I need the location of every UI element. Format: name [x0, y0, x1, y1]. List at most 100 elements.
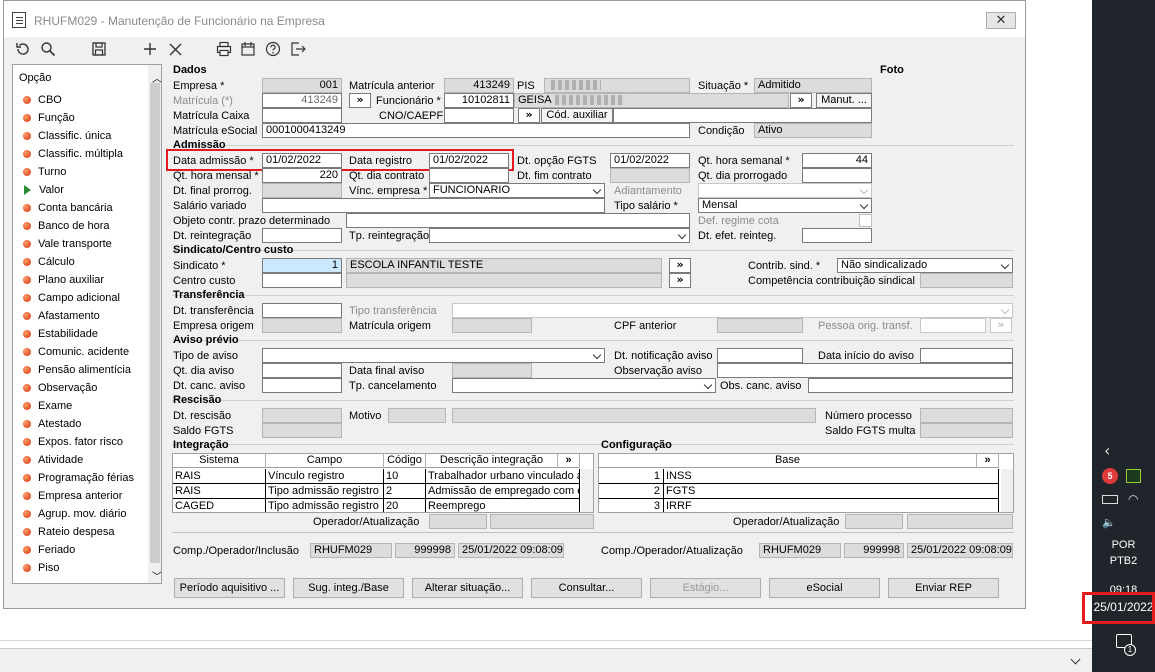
dt-transferencia-field[interactable]: [262, 303, 342, 318]
sidebar-item[interactable]: Exame: [23, 397, 72, 415]
motivo-desc-field[interactable]: [452, 408, 816, 423]
configuracao-cell[interactable]: 3: [599, 499, 664, 512]
sidebar-item[interactable]: Estabilidade: [23, 325, 98, 343]
empresa-origem-field[interactable]: [262, 318, 342, 333]
qt-hora-mensal-field[interactable]: 220: [262, 168, 342, 183]
sidebar-item[interactable]: Observação: [23, 379, 97, 397]
salario-variado-field[interactable]: [262, 198, 605, 213]
dt-inicio-aviso-field[interactable]: [920, 348, 1013, 363]
inclusao-operador-field[interactable]: 999998: [395, 543, 455, 558]
centro-custo-nome-field[interactable]: [346, 273, 662, 288]
configuracao-cell[interactable]: 1: [599, 469, 664, 484]
configuracao-cell[interactable]: FGTS: [664, 484, 999, 499]
funcionario-nome-field[interactable]: GEISA: [514, 93, 789, 108]
wifi-icon[interactable]: ◠: [1128, 492, 1138, 506]
tipo-aviso-select[interactable]: [262, 348, 605, 363]
configuracao-cell[interactable]: IRRF: [664, 499, 999, 512]
dt-final-prorrog-field[interactable]: [262, 183, 342, 198]
battery-icon[interactable]: [1102, 495, 1118, 504]
integracao-atualizacao-field[interactable]: [490, 514, 594, 529]
sidebar-item[interactable]: Atividade: [23, 451, 83, 469]
matricula-field[interactable]: 413249: [262, 93, 342, 108]
print-icon[interactable]: [214, 39, 234, 59]
dt-fim-contrato-field[interactable]: [610, 168, 690, 183]
sug-integ-base-button[interactable]: Sug. integ./Base: [293, 578, 404, 598]
sidebar-item[interactable]: Pensão alimentícia: [23, 361, 131, 379]
estagio-button[interactable]: Estágio...: [650, 578, 761, 598]
refresh-icon[interactable]: [13, 39, 33, 59]
competencia-field[interactable]: [920, 273, 1013, 288]
col-descricao[interactable]: Descrição integração: [426, 454, 558, 468]
scroll-up-icon[interactable]: ︿: [152, 70, 161, 85]
esocial-button[interactable]: eSocial: [769, 578, 880, 598]
objeto-contrato-field[interactable]: [346, 213, 690, 228]
qt-dia-aviso-field[interactable]: [262, 363, 342, 378]
sindicato-nome-field[interactable]: ESCOLA INFANTIL TESTE: [346, 258, 662, 273]
language-code[interactable]: POR: [1092, 539, 1155, 551]
sidebar-item[interactable]: Empresa anterior: [23, 487, 122, 505]
matricula-origem-field[interactable]: [452, 318, 532, 333]
integracao-more-button[interactable]: »: [558, 454, 580, 468]
integracao-cell[interactable]: 2: [384, 484, 426, 499]
pessoa-orig-field[interactable]: [920, 318, 986, 333]
dt-rescisao-field[interactable]: [262, 408, 342, 423]
pis-field[interactable]: [544, 78, 690, 93]
sidebar-item[interactable]: Vale transporte: [23, 235, 112, 253]
sidebar-item[interactable]: Turno: [23, 163, 66, 181]
adiantamento-select[interactable]: [698, 183, 872, 198]
centro-custo-more-button[interactable]: »: [669, 273, 691, 288]
enviar-rep-button[interactable]: Enviar REP: [888, 578, 999, 598]
contrib-sind-select[interactable]: Não sindicalizado: [837, 258, 1013, 273]
atualizacao-operador-field[interactable]: 999998: [844, 543, 904, 558]
integracao-cell[interactable]: Vínculo registro: [266, 469, 384, 484]
inclusao-programa-field[interactable]: RHUFM029: [310, 543, 392, 558]
chevron-down-icon[interactable]: [1070, 654, 1081, 665]
saldo-fgts-field[interactable]: [262, 423, 342, 438]
integracao-cell[interactable]: CAGED: [173, 499, 266, 512]
integracao-scrollbar[interactable]: [581, 469, 593, 512]
dt-final-aviso-field[interactable]: [452, 363, 532, 378]
dt-efet-reinteg-field[interactable]: [802, 228, 872, 243]
save-icon[interactable]: [89, 39, 109, 59]
sidebar-item[interactable]: Plano auxiliar: [23, 271, 104, 289]
cpf-anterior-field[interactable]: [717, 318, 803, 333]
funcionario-field[interactable]: 10102811: [444, 93, 514, 108]
configuracao-scrollbar[interactable]: [1001, 469, 1013, 512]
col-campo[interactable]: Campo: [266, 454, 384, 468]
tp-cancelamento-select[interactable]: [452, 378, 716, 393]
tipo-transferencia-select[interactable]: [452, 303, 1013, 318]
manut-button[interactable]: Manut. ...: [816, 93, 872, 108]
cod-auxiliar-more-button[interactable]: »: [518, 108, 540, 123]
chevron-left-icon[interactable]: ‹: [1104, 441, 1110, 460]
close-button[interactable]: ✕: [986, 12, 1016, 29]
obs-canc-aviso-field[interactable]: [808, 378, 1013, 393]
situacao-field[interactable]: Admitido: [754, 78, 872, 93]
sidebar-item[interactable]: Cálculo: [23, 253, 75, 271]
empresa-field[interactable]: 001: [262, 78, 342, 93]
integracao-cell[interactable]: Reemprego: [426, 499, 580, 512]
matricula-anterior-field[interactable]: 413249: [444, 78, 514, 93]
sidebar-item[interactable]: Comunic. acidente: [23, 343, 129, 361]
sidebar-item[interactable]: Atestado: [23, 415, 81, 433]
calendar-icon[interactable]: [238, 39, 258, 59]
saldo-fgts-multa-field[interactable]: [920, 423, 1013, 438]
sidebar-item[interactable]: Afastamento: [23, 307, 100, 325]
cod-auxiliar-button[interactable]: Cód. auxiliar: [541, 108, 613, 123]
col-base[interactable]: Base: [599, 454, 977, 468]
antivirus-icon[interactable]: 5: [1102, 468, 1118, 484]
scroll-down-icon[interactable]: ﹀: [152, 568, 161, 583]
sidebar-item[interactable]: Banco de hora: [23, 217, 110, 235]
pessoa-orig-more-button[interactable]: »: [990, 318, 1012, 333]
integracao-cell[interactable]: Admissão de empregado com e: [426, 484, 580, 499]
sidebar-scroll-thumb[interactable]: [150, 83, 160, 563]
periodo-aquisitivo-button[interactable]: Período aquisitivo ...: [174, 578, 285, 598]
sidebar-item[interactable]: Agrup. mov. diário: [23, 505, 126, 523]
dt-reintegracao-field[interactable]: [262, 228, 342, 243]
sidebar-item[interactable]: Valor: [23, 181, 64, 199]
configuracao-atualizacao-field[interactable]: [907, 514, 1013, 529]
observacao-aviso-field[interactable]: [717, 363, 1013, 378]
centro-custo-field[interactable]: [262, 273, 342, 288]
sidebar-item[interactable]: Feriado: [23, 541, 75, 559]
matricula-esocial-field[interactable]: 0001000413249: [262, 123, 690, 138]
add-icon[interactable]: [140, 39, 160, 59]
